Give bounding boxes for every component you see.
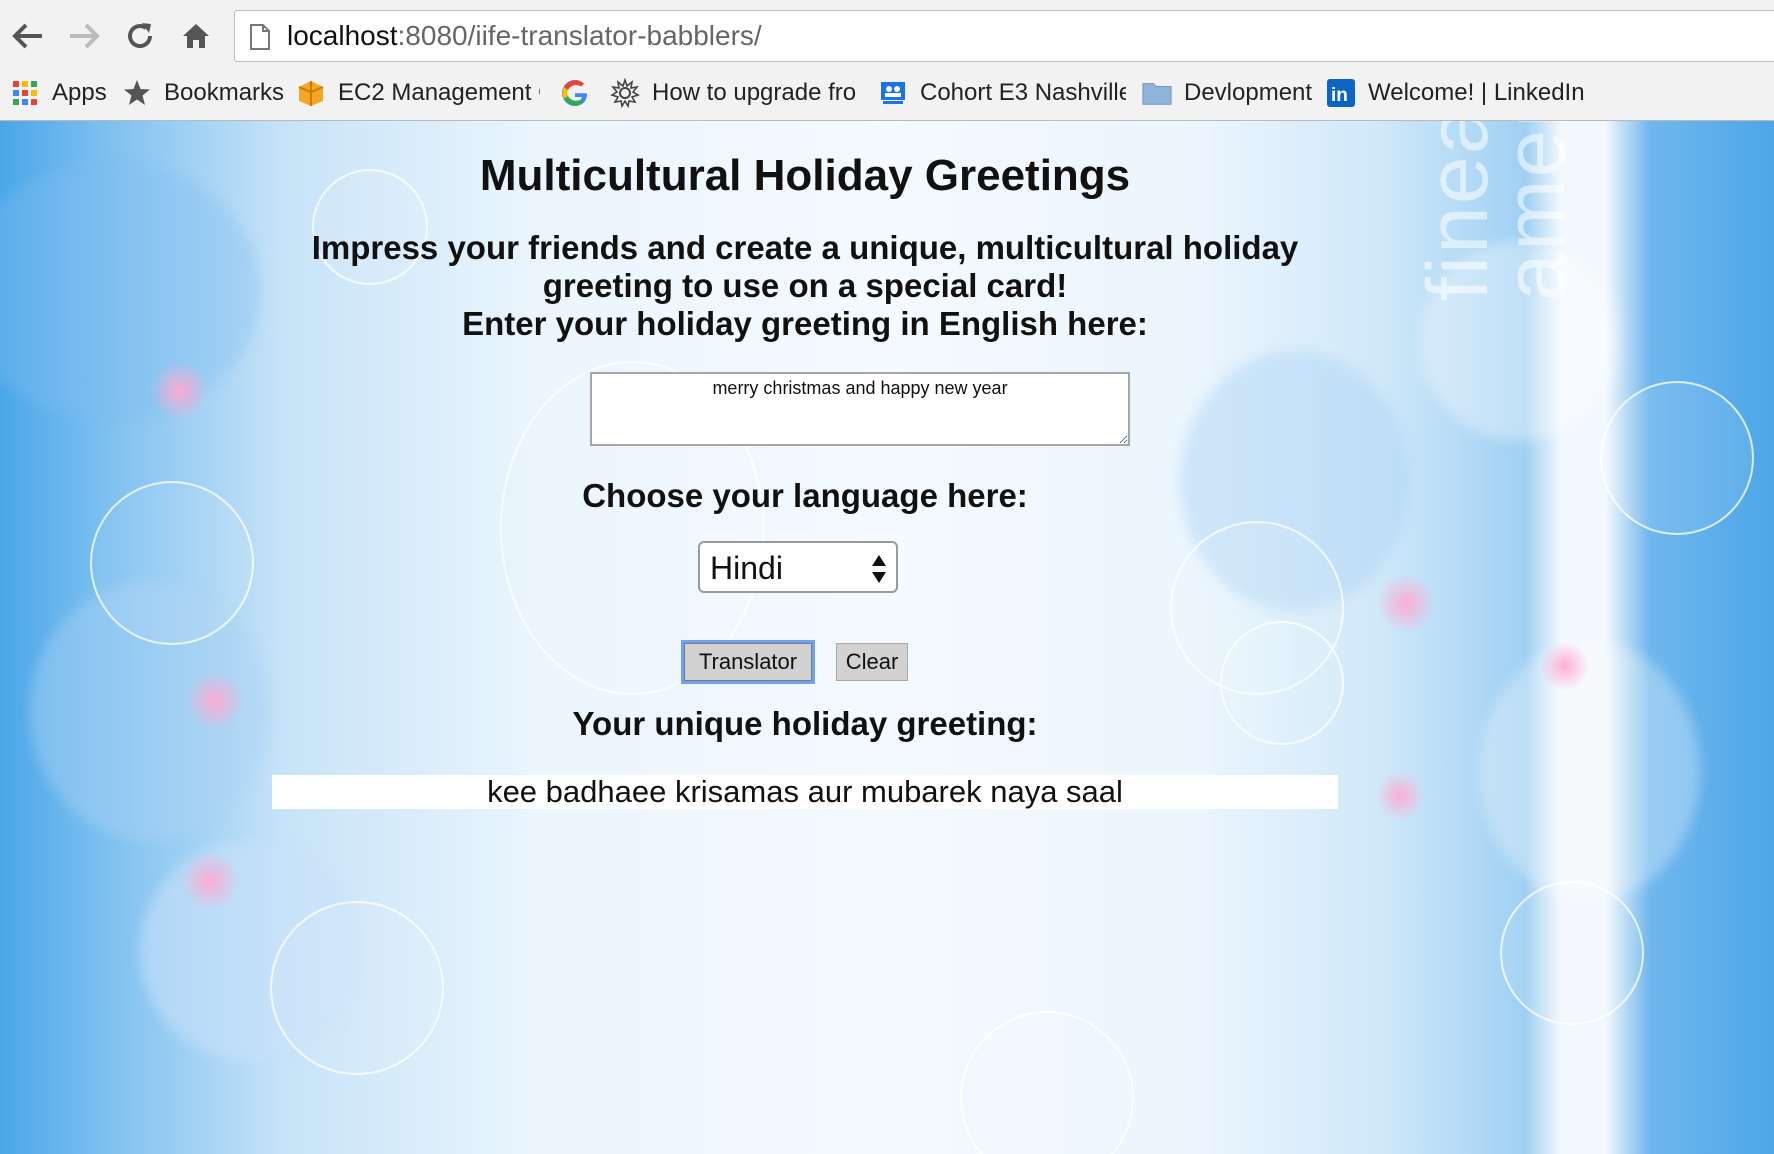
- watermark-line: america: [1487, 121, 1584, 301]
- svg-text:in: in: [1331, 85, 1348, 106]
- bookmark-label: Cohort E3 Nashville S: [920, 79, 1126, 106]
- page-background: fineart america Multicultural Holiday Gr…: [0, 121, 1774, 1154]
- translate-button[interactable]: Translator: [684, 643, 812, 681]
- bokeh-blob: [140, 841, 360, 1061]
- bookmarks-bar: Apps Bookmarks EC2 Management Co: [0, 72, 1774, 114]
- page-title: Multicultural Holiday Greetings: [479, 151, 1131, 200]
- bookmark-cohort[interactable]: Cohort E3 Nashville S: [878, 72, 1126, 114]
- bookmark-how-to-upgrade[interactable]: How to upgrade from: [610, 72, 856, 114]
- bokeh-ring: [1600, 381, 1754, 535]
- bookmark-label: Welcome! | LinkedIn: [1368, 79, 1585, 106]
- address-bar[interactable]: localhost:8080/iife-translator-babblers/: [234, 10, 1774, 62]
- bookmark-label: Bookmarks: [164, 79, 285, 106]
- greeting-input[interactable]: merry christmas and happy new year: [590, 372, 1130, 446]
- intro-line: Enter your holiday greeting in English h…: [462, 305, 1148, 342]
- bokeh-ring: [960, 1011, 1134, 1154]
- arrow-left-icon: [12, 23, 42, 49]
- url-path: :8080/iife-translator-babblers/: [397, 20, 762, 51]
- bokeh-blob: [0, 161, 260, 421]
- aws-cube-icon: [296, 78, 326, 108]
- result-output: kee badhaee krisamas aur mubarek naya sa…: [272, 775, 1338, 809]
- bookmark-label: EC2 Management Co: [338, 79, 540, 106]
- classroom-icon: [878, 78, 908, 108]
- language-select[interactable]: Hindi: [698, 541, 898, 593]
- intro-text: Impress your friends and create a unique…: [272, 229, 1338, 343]
- bokeh-ring: [1500, 881, 1644, 1025]
- watermark-line: fineart: [1410, 121, 1506, 301]
- bokeh-pink: [150, 361, 210, 421]
- home-icon: [183, 24, 209, 48]
- bookmark-label: Devlopment: [1184, 79, 1313, 106]
- bookmark-linkedin[interactable]: in Welcome! | LinkedIn: [1326, 72, 1585, 114]
- reload-button[interactable]: [118, 14, 162, 58]
- selected-language: Hindi: [710, 550, 783, 586]
- bookmark-label: How to upgrade from: [652, 79, 856, 106]
- google-g-icon: [560, 78, 590, 108]
- bookmark-devlopment[interactable]: Devlopment: [1142, 72, 1312, 114]
- clear-button[interactable]: Clear: [836, 643, 908, 681]
- linkedin-icon: in: [1326, 78, 1356, 108]
- browser-chrome: localhost:8080/iife-translator-babblers/…: [0, 0, 1774, 121]
- bokeh-pink: [1375, 771, 1425, 821]
- page-icon: [250, 24, 270, 50]
- back-button[interactable]: [6, 14, 50, 58]
- bokeh-pink: [180, 851, 240, 911]
- bokeh-blob: [1480, 641, 1700, 901]
- bookmark-google[interactable]: [560, 72, 590, 114]
- bookmark-apps[interactable]: Apps: [10, 72, 107, 114]
- intro-line: greeting to use on a special card!: [542, 267, 1068, 304]
- home-button[interactable]: [174, 14, 218, 58]
- bookmark-ec2[interactable]: EC2 Management Co: [296, 72, 540, 114]
- bookmark-bookmarks[interactable]: Bookmarks: [122, 72, 284, 114]
- url-text: localhost:8080/iife-translator-babblers/: [287, 20, 762, 52]
- watermark: fineart america: [1410, 121, 1584, 301]
- url-host: localhost: [287, 20, 398, 51]
- star-icon: [122, 78, 152, 108]
- intro-line: Impress your friends and create a unique…: [311, 229, 1299, 266]
- bokeh-ring: [90, 481, 254, 645]
- reload-icon: [128, 23, 152, 48]
- bokeh-pink: [1540, 641, 1590, 691]
- language-label: Choose your language here:: [582, 477, 1028, 514]
- result-label: Your unique holiday greeting:: [572, 705, 1038, 742]
- bokeh-pink: [185, 671, 245, 731]
- bokeh-ring: [1170, 521, 1344, 695]
- gear-flower-icon: [610, 78, 640, 108]
- bokeh-blob: [30, 581, 270, 841]
- bokeh-pink: [1376, 573, 1436, 633]
- folder-icon: [1142, 78, 1172, 108]
- apps-grid-icon: [10, 78, 40, 108]
- bookmark-label: Apps: [52, 79, 107, 106]
- select-arrows-icon: [872, 555, 886, 583]
- forward-button[interactable]: [62, 14, 106, 58]
- arrow-right-icon: [70, 23, 100, 49]
- bokeh-ring: [270, 901, 444, 1075]
